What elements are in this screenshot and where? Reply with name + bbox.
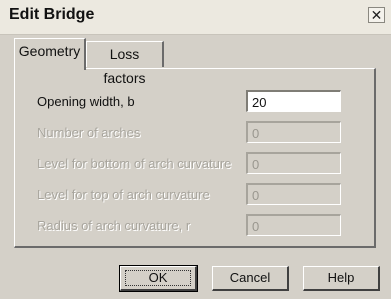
- tab-loss-factors[interactable]: Loss factors: [86, 41, 164, 86]
- radius-arch-curvature-input: [246, 214, 341, 236]
- ok-button[interactable]: OK: [119, 265, 198, 292]
- close-button[interactable]: ✕: [368, 7, 385, 23]
- number-of-arches-label: Number of arches: [37, 125, 141, 140]
- dialog-title: Edit Bridge: [9, 6, 95, 23]
- cancel-button-label: Cancel: [229, 270, 271, 285]
- tab-geometry-label: Geometry: [18, 43, 81, 59]
- tab-loss-factors-label: Loss factors: [103, 46, 146, 86]
- close-icon: ✕: [370, 7, 383, 23]
- help-button-label: Help: [327, 270, 355, 285]
- bottom-arch-curvature-input: [246, 152, 341, 174]
- top-arch-curvature-input: [246, 183, 341, 205]
- top-arch-curvature-label: Level for top of arch curvature: [37, 187, 210, 202]
- edit-bridge-dialog: Edit Bridge ✕ Geometry Loss factors Open…: [0, 0, 391, 299]
- cancel-button[interactable]: Cancel: [212, 266, 289, 291]
- help-button[interactable]: Help: [303, 266, 380, 291]
- radius-arch-curvature-label: Radius of arch curvature, r: [37, 218, 191, 233]
- number-of-arches-input: [246, 121, 341, 143]
- ok-focus-ring: [125, 270, 191, 286]
- title-bar[interactable]: Edit Bridge ✕: [0, 0, 391, 35]
- tab-geometry[interactable]: Geometry: [14, 38, 86, 70]
- opening-width-input[interactable]: [246, 90, 341, 112]
- opening-width-label: Opening width, b: [37, 94, 135, 109]
- bottom-arch-curvature-label: Level for bottom of arch curvature: [37, 156, 232, 171]
